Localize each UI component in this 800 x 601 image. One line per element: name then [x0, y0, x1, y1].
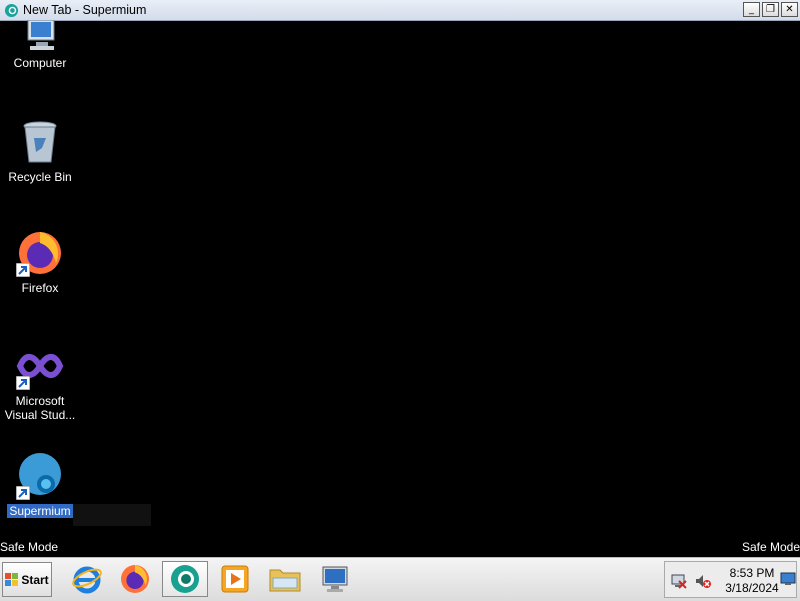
clock-date: 3/18/2024: [725, 581, 779, 595]
window-titlebar[interactable]: New Tab - Supermium _ ❐ ✕: [0, 0, 800, 21]
desktop-icon-computer[interactable]: Computer: [0, 19, 80, 70]
shortcut-arrow-icon: [16, 486, 30, 500]
desktop-icon-label: Firefox: [21, 281, 59, 295]
clock-time: 8:53 PM: [729, 566, 775, 580]
desktop-icon-visual-studio[interactable]: Microsoft Visual Stud...: [0, 342, 80, 422]
remote-desktop-icon: [322, 566, 348, 592]
firefox-icon: [121, 565, 149, 593]
safe-mode-label-left: Safe Mode: [0, 540, 59, 554]
window-title: New Tab - Supermium: [23, 3, 147, 17]
desktop-icon-firefox[interactable]: Firefox: [0, 229, 80, 295]
system-tray: 8:53 PM 3/18/2024: [664, 561, 797, 598]
internet-explorer-icon: [72, 566, 102, 594]
taskbar-media-player[interactable]: [212, 561, 258, 597]
shortcut-arrow-icon: [16, 376, 30, 390]
clock[interactable]: 8:53 PM 3/18/2024: [721, 566, 783, 596]
desktop-icon-label: Supermium: [7, 504, 73, 518]
taskbar-supermium[interactable]: [162, 561, 208, 597]
desktop-icon-label: Computer: [13, 56, 67, 70]
windows-logo-icon: [5, 572, 19, 586]
start-label: Start: [21, 572, 49, 587]
shortcut-arrow-icon: [16, 263, 30, 277]
volume-muted-icon[interactable]: [695, 573, 711, 589]
desktop-icon-label: Microsoft Visual Stud...: [4, 394, 76, 422]
media-player-icon: [221, 565, 249, 593]
recycle-bin-icon: [23, 121, 57, 163]
taskbar-remote-desktop[interactable]: [312, 561, 358, 597]
file-explorer-icon: [269, 569, 301, 592]
show-desktop-icon[interactable]: [780, 572, 796, 586]
desktop-icon-label: Recycle Bin: [8, 170, 72, 184]
taskbar-firefox[interactable]: [112, 561, 158, 597]
desktop-icon-supermium[interactable]: Supermium: [0, 452, 80, 518]
network-error-icon[interactable]: [671, 573, 687, 589]
start-button[interactable]: Start: [2, 562, 52, 597]
computer-icon: [27, 19, 55, 50]
safe-mode-label-right: Safe Mode: [741, 540, 800, 554]
taskbar-internet-explorer[interactable]: [64, 561, 110, 597]
supermium-icon: [171, 565, 199, 593]
taskbar: Start 8:53 PM 3/18/2024: [0, 557, 800, 601]
close-button[interactable]: ✕: [781, 2, 798, 17]
desktop-icon-recycle-bin[interactable]: Recycle Bin: [0, 118, 80, 184]
supermium-icon: [4, 3, 19, 17]
taskbar-file-explorer[interactable]: [262, 561, 308, 597]
restore-button[interactable]: ❐: [762, 2, 779, 17]
minimize-button[interactable]: _: [743, 2, 760, 17]
tooltip-ghost: [73, 504, 151, 526]
